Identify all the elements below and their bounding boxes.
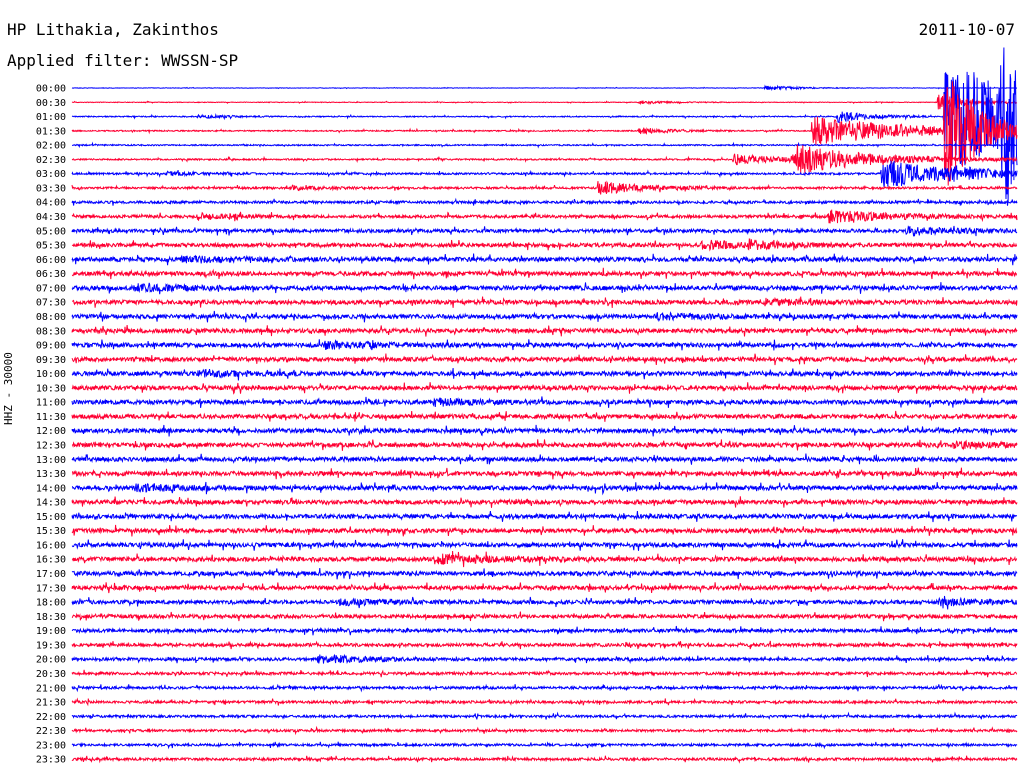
seismic-trace xyxy=(71,439,1018,451)
time-tick-label: 09:30 xyxy=(36,355,66,366)
time-tick-label: 05:30 xyxy=(36,241,66,252)
seismic-trace xyxy=(71,396,1018,408)
seismic-trace xyxy=(71,755,1018,764)
seismic-trace xyxy=(71,238,1018,252)
seismic-trace xyxy=(71,524,1018,537)
seismic-trace xyxy=(71,367,1018,381)
time-tick-label: 01:30 xyxy=(36,126,66,137)
time-tick-label: 22:30 xyxy=(36,726,66,737)
seismic-trace xyxy=(71,325,1018,337)
seismic-trace xyxy=(71,197,1018,206)
seismic-trace xyxy=(71,267,1017,280)
seismic-trace xyxy=(71,653,1018,665)
time-tick-label: 11:00 xyxy=(36,398,66,409)
seismic-trace xyxy=(71,669,1018,678)
time-tick-label: 01:00 xyxy=(36,112,66,123)
seismic-trace xyxy=(71,725,1018,736)
time-tick-label: 13:00 xyxy=(36,455,66,466)
time-tick-label: 08:00 xyxy=(36,312,66,323)
seismic-trace xyxy=(71,697,1018,707)
time-tick-label: 12:00 xyxy=(36,426,66,437)
time-tick-label: 15:30 xyxy=(36,526,66,537)
time-tick-label: 16:30 xyxy=(36,555,66,566)
seismic-trace xyxy=(71,683,1018,693)
seismogram-plot: 00:00 00:30 01:00 01:30 02:00 02:30 03:00 03:30… xyxy=(36,47,1018,766)
seismic-trace xyxy=(71,625,1018,636)
seismic-trace xyxy=(71,481,1018,496)
seismic-trace xyxy=(71,467,1018,480)
seismic-trace xyxy=(71,94,1018,110)
seismic-trace xyxy=(71,550,1018,568)
time-tick-label: 08:30 xyxy=(36,326,66,337)
time-tick-label: 06:30 xyxy=(36,269,66,280)
time-tick-label: 00:30 xyxy=(36,98,66,109)
time-tick-label: 02:30 xyxy=(36,155,66,166)
seismic-trace xyxy=(71,225,1018,237)
time-tick-label: 23:00 xyxy=(36,740,66,751)
time-tick-label: 07:00 xyxy=(36,283,66,294)
seismic-trace xyxy=(71,282,1018,295)
seismic-trace xyxy=(71,81,1018,186)
seismic-trace xyxy=(72,141,1018,149)
time-tick-label: 23:30 xyxy=(36,755,66,766)
time-tick-label: 00:00 xyxy=(36,84,66,95)
seismic-trace xyxy=(71,253,1018,266)
time-tick-label: 17:30 xyxy=(36,583,66,594)
time-tick-label: 15:00 xyxy=(36,512,66,523)
seismic-trace xyxy=(71,741,1018,750)
tick-label-group: 00:00 00:30 01:00 01:30 02:00 02:30 03:00 03:30… xyxy=(36,84,66,766)
seismic-trace xyxy=(71,353,1018,366)
time-tick-label: 05:00 xyxy=(36,226,66,237)
seismic-trace xyxy=(71,640,1018,650)
seismic-trace xyxy=(71,84,1018,92)
time-tick-label: 06:00 xyxy=(36,255,66,266)
seismic-trace xyxy=(71,160,1018,189)
time-tick-label: 04:00 xyxy=(36,198,66,209)
seismic-trace xyxy=(71,339,1018,351)
seismic-trace xyxy=(71,595,1017,610)
time-tick-label: 18:00 xyxy=(36,598,66,609)
time-tick-label: 16:00 xyxy=(36,540,66,551)
seismic-trace xyxy=(71,310,1018,323)
time-tick-label: 02:00 xyxy=(36,141,66,152)
time-tick-label: 03:30 xyxy=(36,183,66,194)
seismic-trace xyxy=(71,424,1018,437)
seismic-trace xyxy=(71,180,1018,195)
time-tick-label: 10:30 xyxy=(36,383,66,394)
time-tick-label: 10:00 xyxy=(36,369,66,380)
time-tick-label: 03:00 xyxy=(36,169,66,180)
time-tick-label: 20:00 xyxy=(36,655,66,666)
time-tick-label: 18:30 xyxy=(36,612,66,623)
seismic-trace xyxy=(71,611,1018,622)
time-tick-label: 21:00 xyxy=(36,683,66,694)
time-tick-label: 07:30 xyxy=(36,298,66,309)
seismic-trace xyxy=(71,453,1018,465)
seismic-trace xyxy=(71,711,1018,720)
seismic-trace xyxy=(71,382,1018,395)
seismic-trace xyxy=(71,511,1018,523)
time-tick-label: 22:00 xyxy=(36,712,66,723)
time-tick-label: 13:30 xyxy=(36,469,66,480)
time-tick-label: 19:00 xyxy=(36,626,66,637)
seismic-trace xyxy=(71,582,1018,594)
time-tick-label: 17:00 xyxy=(36,569,66,580)
time-tick-label: 21:30 xyxy=(36,698,66,709)
time-tick-label: 14:00 xyxy=(36,483,66,494)
seismic-trace xyxy=(71,539,1018,551)
seismic-trace xyxy=(71,568,1018,580)
time-tick-label: 11:30 xyxy=(36,412,66,423)
seismic-trace xyxy=(71,410,1018,422)
trace-group xyxy=(71,47,1018,764)
seismic-trace xyxy=(71,47,1018,202)
time-tick-label: 14:30 xyxy=(36,498,66,509)
seismic-trace xyxy=(71,496,1018,508)
seismic-trace xyxy=(71,296,1018,308)
time-tick-label: 19:30 xyxy=(36,640,66,651)
time-tick-label: 09:00 xyxy=(36,341,66,352)
time-tick-label: 20:30 xyxy=(36,669,66,680)
seismic-trace xyxy=(71,144,1018,174)
time-tick-label: 04:30 xyxy=(36,212,66,223)
time-tick-label: 12:30 xyxy=(36,441,66,452)
seismic-trace xyxy=(71,209,1018,224)
